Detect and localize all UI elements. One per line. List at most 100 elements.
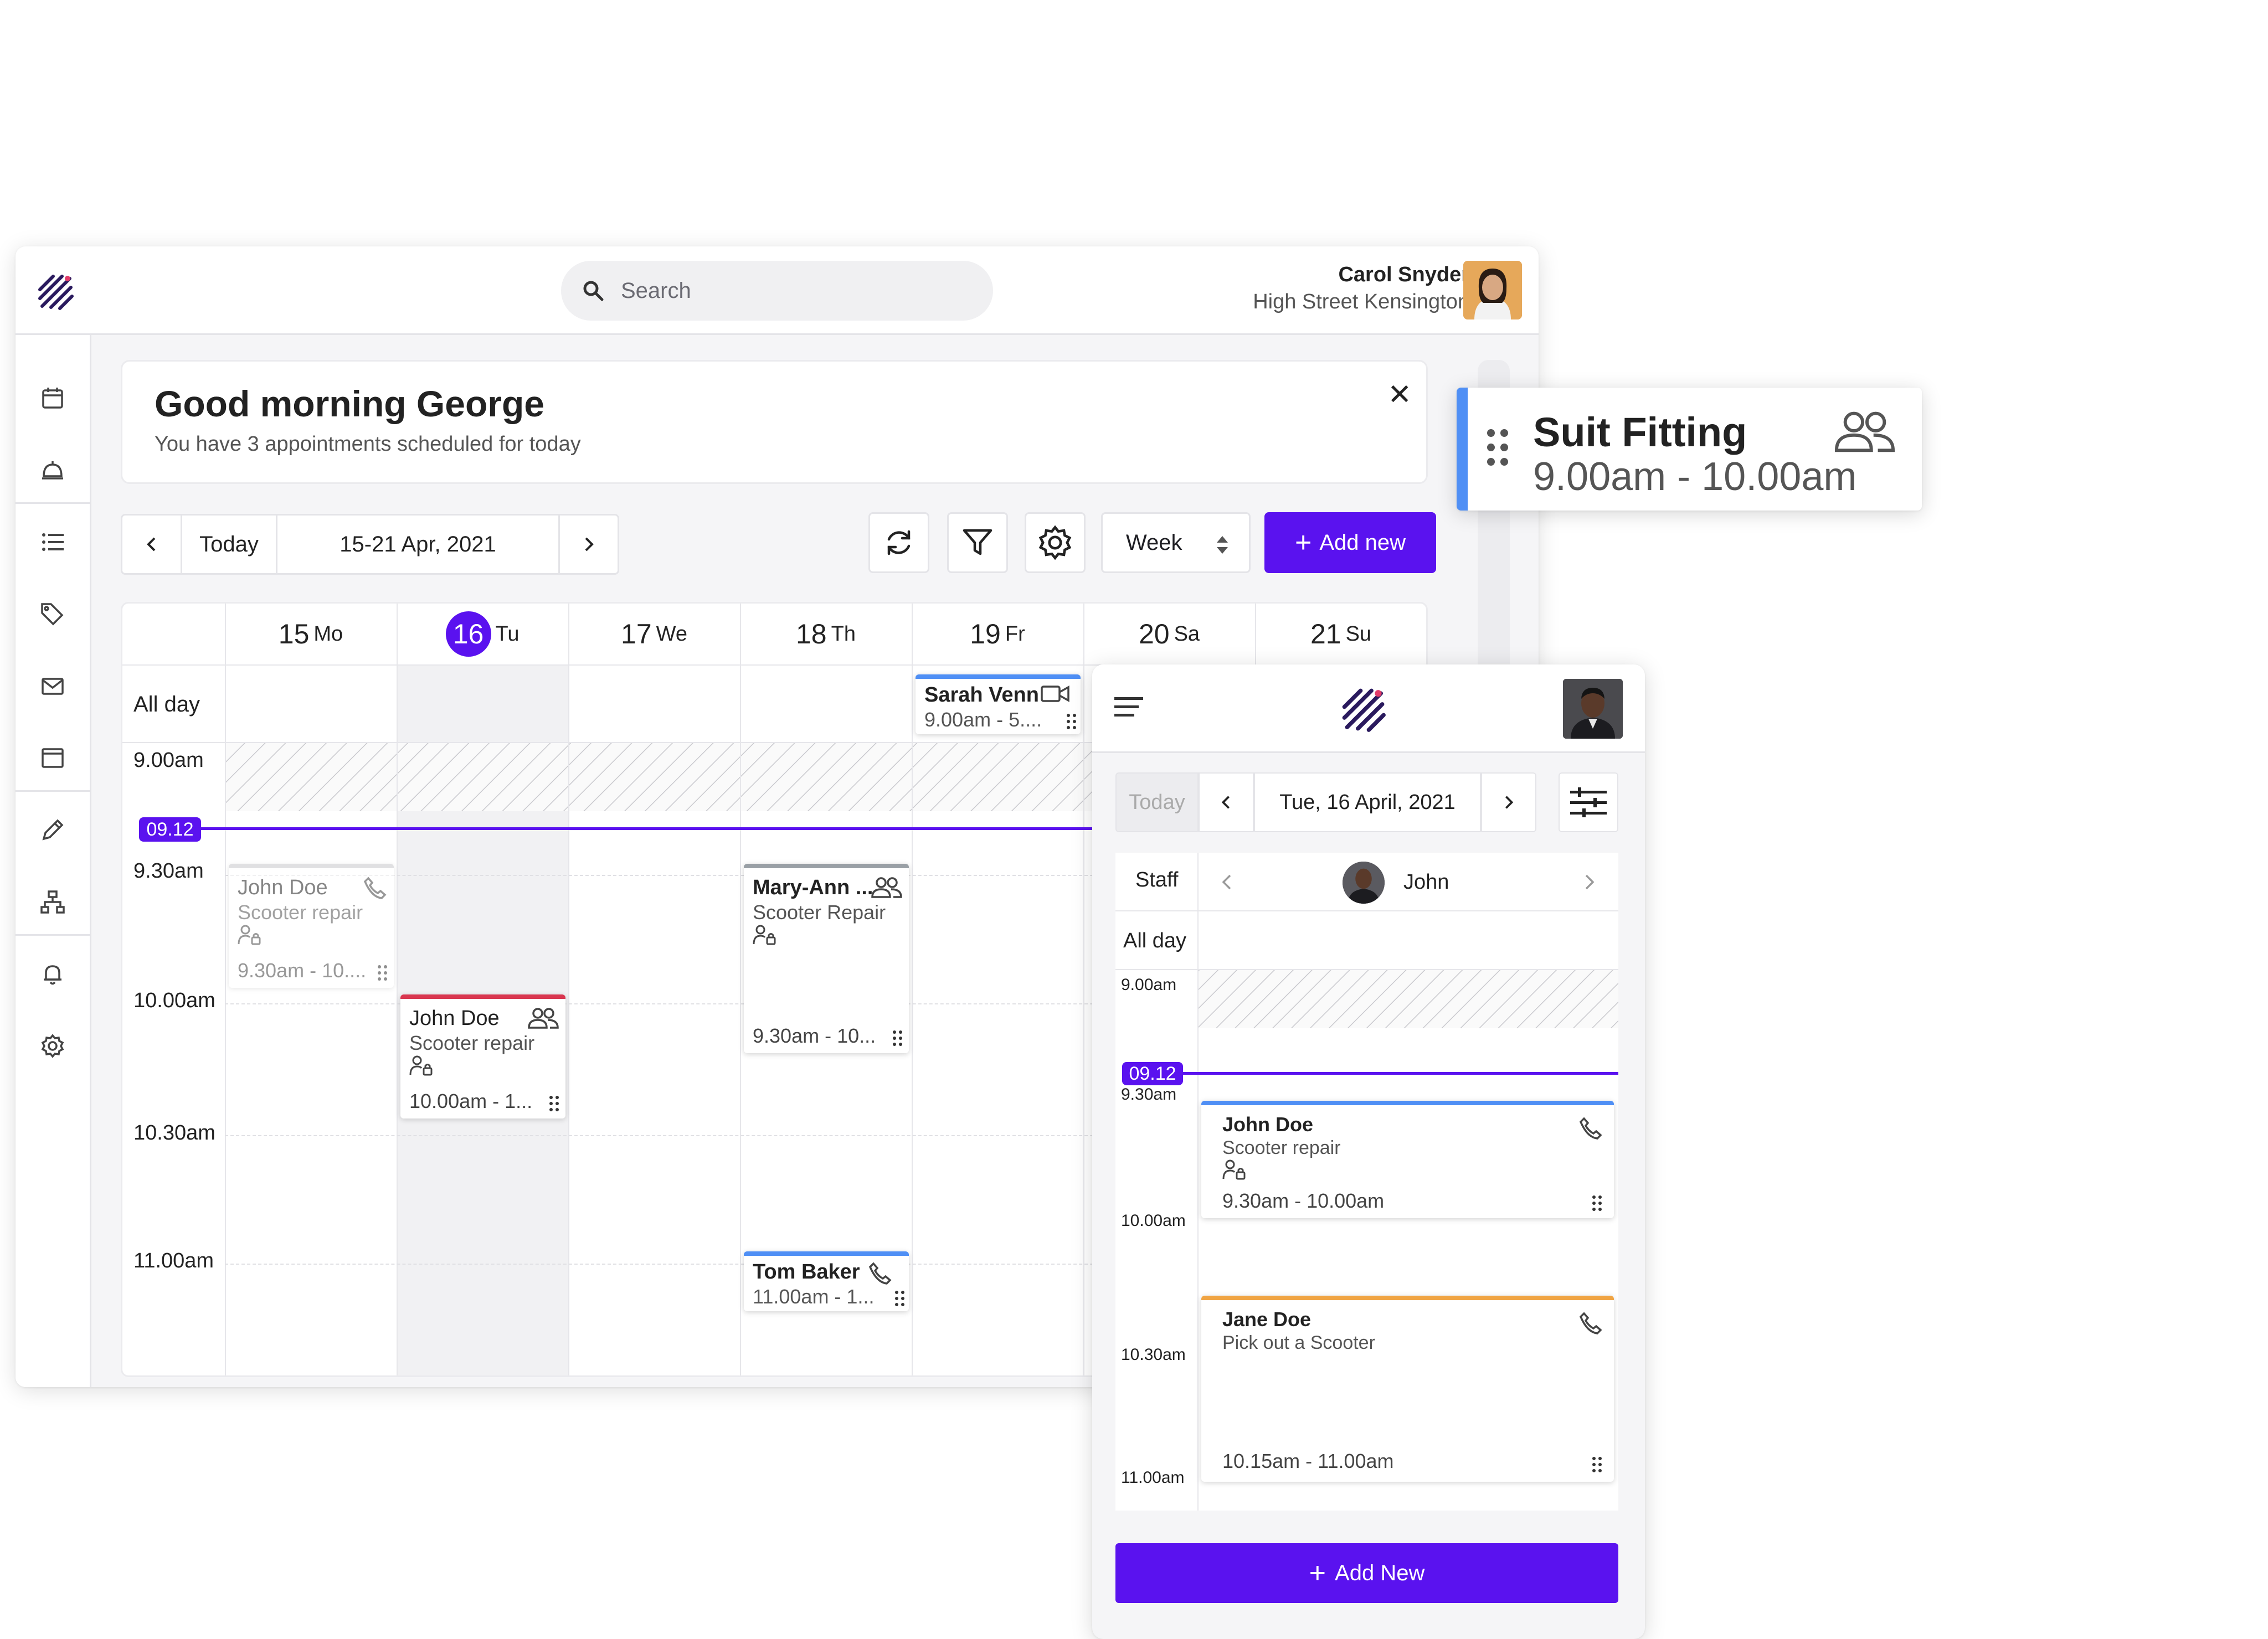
chevron-left-icon xyxy=(146,537,155,552)
staff-lock-icon xyxy=(238,925,261,945)
previous-day-button[interactable] xyxy=(1199,772,1254,832)
event-john-doe-tu[interactable]: John Doe Scooter repair 10.00am - 1... xyxy=(400,994,565,1119)
event-jane-doe[interactable]: Jane Doe Pick out a Scooter 10.15am - 11… xyxy=(1201,1296,1614,1482)
today-button[interactable]: Today xyxy=(182,516,277,573)
top-bar: Search Carol Snyder High Street Kensingt… xyxy=(16,246,1539,335)
view-select[interactable]: Week xyxy=(1101,512,1251,573)
group-icon xyxy=(871,877,902,898)
add-new-label: Add New xyxy=(1335,1560,1425,1585)
filter-sliders-button[interactable] xyxy=(1559,772,1618,832)
search-bar[interactable]: Search xyxy=(561,261,993,321)
drag-handle-icon[interactable] xyxy=(377,965,388,981)
time-label: 9.30am xyxy=(1121,1085,1177,1104)
drag-handle-icon[interactable] xyxy=(1066,713,1077,730)
event-time: 9.30am - 10... xyxy=(753,1024,876,1047)
drag-handle-icon[interactable] xyxy=(894,1290,906,1307)
phone-icon xyxy=(1579,1312,1602,1334)
view-select-value: Week xyxy=(1126,530,1182,555)
drag-handle-icon[interactable] xyxy=(892,1030,903,1047)
next-week-button[interactable] xyxy=(560,516,618,573)
calendar-icon[interactable] xyxy=(37,382,69,414)
add-new-button[interactable]: + Add new xyxy=(1264,512,1436,573)
previous-week-button[interactable] xyxy=(122,516,182,573)
filter-button[interactable] xyxy=(947,512,1008,573)
filter-icon xyxy=(963,529,992,555)
time-label: 11.00am xyxy=(1121,1468,1185,1487)
add-new-button[interactable]: + Add New xyxy=(1115,1543,1618,1603)
drag-handle-icon[interactable] xyxy=(549,1095,560,1112)
mail-icon[interactable] xyxy=(37,670,69,702)
welcome-subtitle: You have 3 appointments scheduled for to… xyxy=(155,432,581,456)
phone-icon xyxy=(1579,1117,1602,1140)
event-mary-ann[interactable]: Mary-Ann ... Scooter Repair 9.30am - 10.… xyxy=(744,864,909,1053)
drag-handle-icon[interactable] xyxy=(1592,1195,1603,1212)
tags-icon[interactable] xyxy=(37,598,69,630)
day-header-sa[interactable]: 20 Sa xyxy=(1083,604,1255,664)
dragged-event-card[interactable]: Suit Fitting 9.00am - 10.00am xyxy=(1457,388,1922,511)
chevron-right-icon xyxy=(585,537,594,552)
menu-icon[interactable] xyxy=(1114,695,1145,719)
user-info[interactable]: Carol Snyder High Street Kensington xyxy=(1253,263,1469,314)
event-time: 9.00am - 5.... xyxy=(924,708,1042,731)
settings-button[interactable] xyxy=(1025,512,1086,573)
staff-selector[interactable]: Staff John xyxy=(1115,853,1618,911)
day-header-su[interactable]: 21 Su xyxy=(1255,604,1426,664)
selected-date-label[interactable]: Tue, 16 April, 2021 xyxy=(1254,772,1481,832)
browser-window-icon[interactable] xyxy=(37,742,69,774)
drag-handle-icon[interactable] xyxy=(1485,427,1510,467)
org-chart-icon[interactable] xyxy=(37,886,69,918)
date-range-label[interactable]: 15-21 Apr, 2021 xyxy=(277,516,560,573)
day-header-we[interactable]: 17 We xyxy=(568,604,740,664)
avatar[interactable] xyxy=(1463,261,1522,319)
staff-lock-icon xyxy=(409,1055,433,1076)
today-button[interactable]: Today xyxy=(1115,772,1199,832)
chevron-right-icon[interactable] xyxy=(1583,874,1596,890)
event-john-doe-mo[interactable]: John Doe Scooter repair 9.30am - 10.... xyxy=(229,864,394,988)
event-name: John Doe xyxy=(1222,1113,1314,1136)
mobile-top-bar xyxy=(1092,664,1645,753)
event-service: Scooter Repair xyxy=(753,901,886,924)
phone-icon xyxy=(868,1262,892,1285)
pen-icon[interactable] xyxy=(37,814,69,846)
user-name: Carol Snyder xyxy=(1338,263,1469,286)
mobile-app: Today Tue, 16 April, 2021 Staff John All… xyxy=(1092,664,1645,1639)
today-date-badge: 16 xyxy=(445,611,491,657)
list-icon[interactable] xyxy=(37,526,69,558)
event-john-doe[interactable]: John Doe Scooter repair 9.30am - 10.00am xyxy=(1201,1101,1614,1218)
drag-handle-icon[interactable] xyxy=(1592,1456,1603,1473)
event-service: Pick out a Scooter xyxy=(1222,1332,1375,1353)
event-service: Scooter repair xyxy=(409,1032,535,1054)
plus-icon: + xyxy=(1309,1557,1326,1589)
brand-logo[interactable] xyxy=(1340,687,1389,735)
event-service: Scooter repair xyxy=(1222,1137,1341,1158)
sliders-icon xyxy=(1570,787,1607,817)
day-header-fr[interactable]: 19 Fr xyxy=(912,604,1083,664)
refresh-button[interactable] xyxy=(868,512,929,573)
brand-logo[interactable] xyxy=(37,273,76,313)
mobile-day-calendar: Staff John All day 9.00am 9.30am 10.00am… xyxy=(1115,853,1618,1628)
event-tom-baker[interactable]: Tom Baker 11.00am - 1... xyxy=(744,1251,909,1311)
chevron-left-icon[interactable] xyxy=(1221,874,1233,890)
gear-icon[interactable] xyxy=(37,1030,69,1062)
service-bell-icon[interactable] xyxy=(37,454,69,486)
close-icon[interactable]: ✕ xyxy=(1387,378,1412,411)
staff-label: Staff xyxy=(1135,868,1179,891)
time-label: 10.00am xyxy=(133,989,215,1012)
chevron-left-icon xyxy=(1221,796,1230,809)
event-sarah-venn[interactable]: Sarah Venn 9.00am - 5.... xyxy=(916,674,1081,734)
gear-icon xyxy=(1038,525,1072,560)
day-header-mo[interactable]: 15 Mo xyxy=(225,604,397,664)
day-header-th[interactable]: 18 Th xyxy=(740,604,912,664)
time-label: 11.00am xyxy=(133,1249,214,1272)
bell-icon[interactable] xyxy=(37,958,69,990)
staff-lock-icon xyxy=(753,925,776,945)
welcome-title: Good morning George xyxy=(155,383,544,424)
all-day-label: All day xyxy=(133,692,200,717)
event-service: Scooter repair xyxy=(238,901,363,924)
next-day-button[interactable] xyxy=(1481,772,1536,832)
event-time: 11.00am - 1... xyxy=(753,1285,875,1308)
avatar xyxy=(1343,862,1385,904)
sidebar xyxy=(16,335,91,1387)
day-header-tu[interactable]: 16 Tu xyxy=(397,604,568,664)
avatar[interactable] xyxy=(1563,679,1623,739)
